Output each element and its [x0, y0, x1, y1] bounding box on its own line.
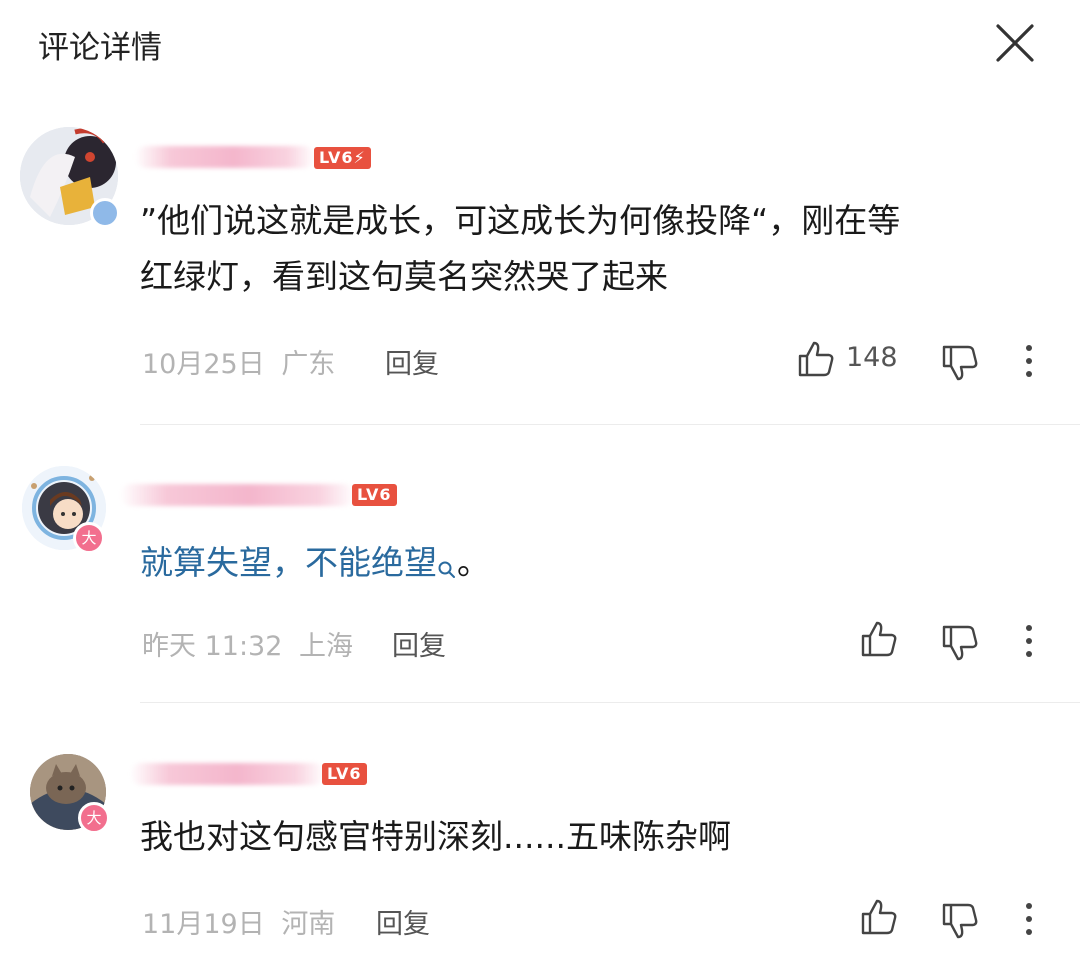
comment-text-tail: 。: [457, 543, 490, 582]
comment-text: 我也对这句感官特别深刻......五味陈杂啊: [140, 817, 731, 856]
like-count: 148: [846, 342, 898, 373]
level-badge: LV6: [352, 484, 397, 506]
dislike-icon[interactable]: [941, 624, 979, 666]
divider: [140, 702, 1080, 703]
comment-text-line: ”他们说这就是成长，可这成长为何像投降“，刚在等: [140, 201, 901, 240]
comment-location: 上海: [299, 631, 353, 662]
dislike-icon[interactable]: [941, 344, 979, 386]
comment-meta: 11月19日 河南: [142, 902, 335, 941]
header-bar: 评论详情: [0, 0, 1080, 90]
more-icon[interactable]: [1020, 344, 1038, 382]
search-icon[interactable]: [437, 541, 457, 597]
comment-date: 11月19日: [142, 909, 265, 940]
comment-search-link[interactable]: 就算失望，不能绝望: [140, 543, 437, 582]
more-icon[interactable]: [1020, 624, 1038, 662]
big-v-badge: 大: [73, 522, 105, 554]
reply-button[interactable]: 回复: [385, 342, 439, 381]
level-text: LV6: [357, 485, 392, 504]
comment-text: ”他们说这就是成长，可这成长为何像投降“，刚在等 红绿灯，看到这句莫名突然哭了起…: [140, 193, 900, 305]
comment-date: 昨天 11:32: [142, 631, 283, 662]
level-badge: LV6: [322, 763, 367, 785]
comment-text: 就算失望，不能绝望 。: [140, 535, 490, 597]
username-blurred: [135, 146, 315, 168]
like-icon[interactable]: [860, 898, 898, 940]
close-icon[interactable]: [994, 22, 1036, 64]
big-v-badge: 大: [78, 802, 110, 834]
comment-meta: 10月25日 广东: [142, 342, 335, 381]
username-blurred: [130, 763, 325, 785]
level-text: LV6: [327, 764, 362, 783]
comment-meta: 昨天 11:32 上海: [142, 624, 353, 663]
level-badge: LV6⚡: [314, 147, 371, 169]
comment-location: 广东: [281, 349, 336, 380]
username-blurred: [120, 484, 355, 506]
divider: [140, 424, 1080, 425]
like-icon[interactable]: [797, 340, 835, 382]
like-icon[interactable]: [860, 620, 898, 662]
verified-badge-icon: [90, 198, 120, 228]
dislike-icon[interactable]: [941, 902, 979, 944]
comment-location: 河南: [281, 909, 336, 940]
comment-date: 10月25日: [142, 349, 265, 380]
reply-button[interactable]: 回复: [392, 624, 446, 663]
more-icon[interactable]: [1020, 902, 1038, 940]
page-title: 评论详情: [38, 30, 162, 66]
level-text: LV6: [319, 148, 354, 167]
reply-button[interactable]: 回复: [376, 902, 430, 941]
comment-text-line: 红绿灯，看到这句莫名突然哭了起来: [140, 257, 668, 296]
lightning-icon: ⚡: [353, 148, 366, 167]
